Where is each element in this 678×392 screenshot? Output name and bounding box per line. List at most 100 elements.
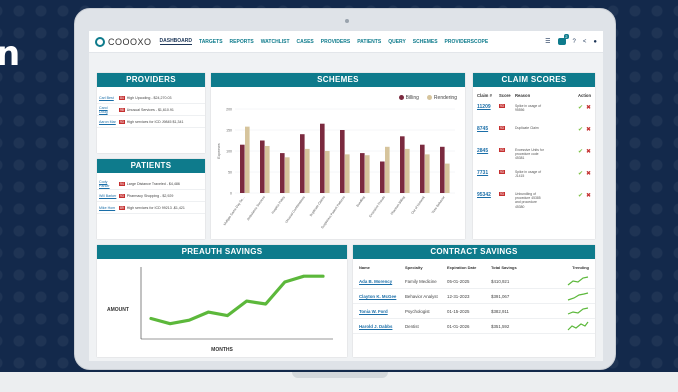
approve-icon[interactable]: ✔ [578, 170, 583, 177]
camera-dot [345, 19, 349, 23]
rendering-bar [425, 154, 430, 193]
preauth-ylabel: AMOUNT [107, 307, 129, 313]
patient-name[interactable]: Mike Hom [99, 206, 117, 210]
col-trending: Trending [572, 265, 589, 270]
score-badge: 94 [119, 181, 125, 186]
contract-specialty: Behavior Analyst [405, 293, 438, 299]
claim-link[interactable]: 7731 [477, 170, 499, 176]
provider-desc: Unusual Services - $1,610.91 [126, 107, 174, 112]
savings-line [149, 274, 325, 326]
col-reason: Reason [515, 93, 531, 98]
contract-name-link[interactable]: Clayton K. McGee [359, 294, 405, 299]
patient-desc: Large Distance Traveled - $4,486 [126, 181, 180, 186]
reject-icon[interactable]: ✖ [586, 170, 591, 177]
billing-bar [300, 134, 305, 193]
trend-sparkline [529, 275, 589, 287]
preauth-title: PREAUTH SAVINGS [97, 245, 347, 259]
approve-icon[interactable]: ✔ [578, 104, 583, 111]
nav-dashboard[interactable]: DASHBOARD [159, 38, 193, 45]
contract-specialty: Psychologist [405, 308, 430, 314]
patient-row[interactable]: Will Barker 93 Pharmacy Shopping - $2,92… [97, 190, 205, 202]
x-tick-label: Phantom Billing [390, 195, 406, 216]
contract-savings: $391,067 [491, 293, 510, 299]
provider-row[interactable]: Aaron Mar 93 High services for ICD J9845… [97, 116, 205, 128]
bell-icon[interactable]: 2 [557, 34, 569, 45]
contract-date: 01-01-2026 [447, 323, 470, 329]
provider-name[interactable]: Carol Doug [99, 106, 117, 114]
reject-icon[interactable]: ✖ [586, 148, 591, 155]
approve-icon[interactable]: ✔ [578, 126, 583, 133]
claim-link[interactable]: 11209 [477, 104, 499, 110]
nav-providers[interactable]: PROVIDERS [321, 39, 350, 45]
billing-bar [380, 161, 385, 193]
nav-query[interactable]: QUERY [388, 39, 406, 45]
share-icon[interactable]: < [583, 39, 587, 45]
rendering-bar [365, 155, 370, 193]
rendering-bar [325, 151, 330, 193]
trend-sparkline [529, 321, 589, 332]
contract-card: CONTRACT SAVINGS Name Specialty Expirati… [353, 245, 595, 357]
provider-row[interactable]: Carl Best 84 High Upcoding - $24,270.03 [97, 92, 205, 104]
billing-bar [440, 146, 445, 193]
claim-reason: Spike in usage of 95556 [515, 104, 542, 113]
claim-row: 8745 93 Duplicate Claim ✔ ✖ [473, 123, 595, 145]
patient-desc: Pharmacy Shopping - $2,929 [126, 193, 174, 198]
nav-schemes[interactable]: SCHEMES [413, 39, 438, 45]
reject-icon[interactable]: ✖ [586, 192, 591, 199]
approve-icon[interactable]: ✔ [578, 192, 583, 199]
col-specialty: Specialty [405, 265, 423, 270]
claim-scores-card: CLAIM SCORES Claim # Score Reason Action… [473, 73, 595, 239]
nav-watchlist[interactable]: WATCHLIST [261, 39, 290, 45]
user-icon[interactable]: ● [593, 39, 597, 45]
contract-savings: $410,921 [491, 278, 510, 284]
rendering-bar [245, 126, 250, 193]
nav-reports[interactable]: REPORTS [230, 39, 254, 45]
score-badge: 93 [499, 104, 505, 108]
list-icon[interactable]: ☰ [545, 39, 550, 45]
help-icon[interactable]: ? [573, 39, 576, 45]
patient-row[interactable]: Cody Parker 94 Large Distance Traveled -… [97, 178, 205, 190]
contract-row: Clayton K. McGee Behavior Analyst 12-31-… [353, 289, 595, 304]
reject-icon[interactable]: ✖ [586, 104, 591, 111]
score-badge: 93 [499, 148, 505, 152]
claim-link[interactable]: 95342 [477, 192, 499, 198]
reject-icon[interactable]: ✖ [586, 126, 591, 133]
approve-icon[interactable]: ✔ [578, 148, 583, 155]
claim-row: 2845 93 Excessive Units for procedure co… [473, 145, 595, 167]
contract-name-link[interactable]: Harold J. Dabbs [359, 324, 405, 329]
patient-row[interactable]: Mike Hom 89 High services for ICD 99213 … [97, 202, 205, 214]
nav-cases[interactable]: CASES [297, 39, 314, 45]
x-tick-label: Time Behavior [431, 195, 447, 215]
col-savings: Total Savings [491, 265, 517, 270]
billing-bar [400, 136, 405, 193]
contract-row: Harold J. Dabbs Dentist 01-01-2026 $351,… [353, 319, 595, 334]
billing-bar [340, 130, 345, 193]
provider-name[interactable]: Carl Best [99, 96, 117, 100]
x-tick-label: Duplicate Claims [309, 195, 326, 217]
app-logo[interactable]: COOOXO [95, 36, 152, 47]
rendering-bar [305, 148, 310, 193]
provider-name[interactable]: Aaron Mar [99, 120, 117, 124]
x-tick-label: Excessive Frauds [368, 195, 386, 218]
rendering-bar [445, 163, 450, 193]
contract-specialty: Dentist [405, 323, 419, 329]
provider-row[interactable]: Carol Doug 98 Unusual Services - $1,610.… [97, 104, 205, 116]
x-tick-label: Multiple Same-Day Se… [223, 195, 246, 226]
contract-name-link[interactable]: Tonia W. Ford [359, 309, 405, 314]
patient-name[interactable]: Will Barker [99, 194, 117, 198]
trend-sparkline [529, 306, 589, 317]
contract-name-link[interactable]: Ada B. Morency [359, 279, 405, 284]
nav-patients[interactable]: PATIENTS [357, 39, 381, 45]
claim-reason: Excessive Units for procedure code 45381 [515, 148, 544, 161]
claim-scores-header: Claim # Score Reason Action [473, 87, 595, 101]
background-letter: n [0, 34, 21, 74]
nav-providerscope[interactable]: PROVIDERSCOPE [445, 39, 489, 45]
contract-title: CONTRACT SAVINGS [353, 245, 595, 259]
x-tick-label: Bundling [355, 195, 366, 208]
patient-name[interactable]: Cody Parker [99, 180, 117, 188]
rendering-bar [345, 154, 350, 193]
claim-link[interactable]: 2845 [477, 148, 499, 154]
claim-link[interactable]: 8745 [477, 126, 499, 132]
claim-row: 7731 93 Spike in usage of J1415 ✔ ✖ [473, 167, 595, 189]
nav-targets[interactable]: TARGETS [199, 39, 223, 45]
